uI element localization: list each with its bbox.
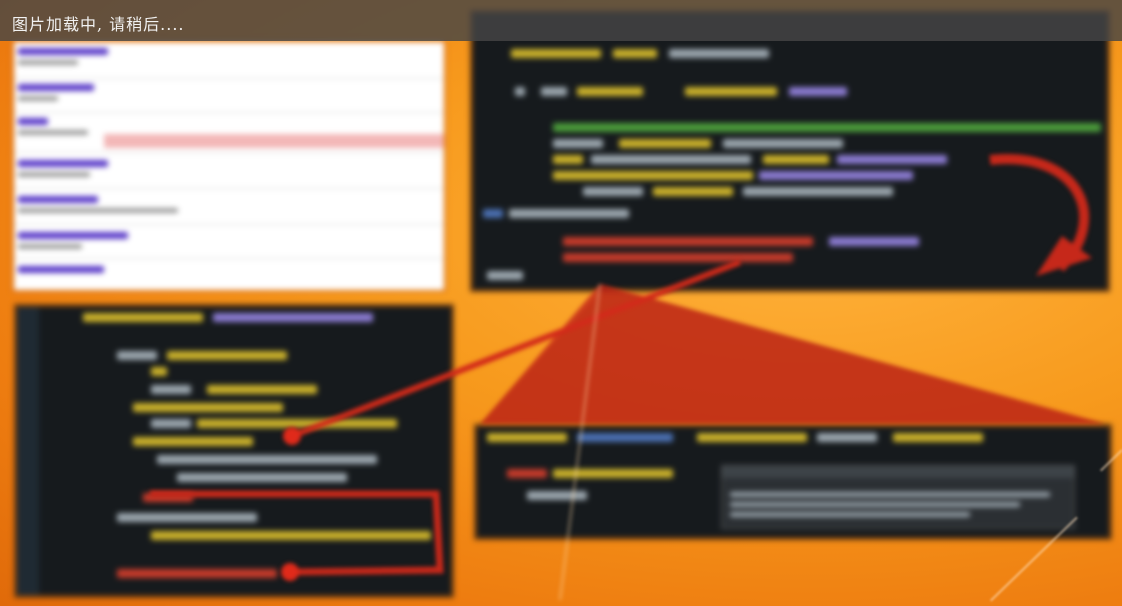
list-item xyxy=(18,196,98,203)
code-token xyxy=(743,187,893,196)
code-token xyxy=(487,433,567,442)
tooltip-line xyxy=(730,492,1050,497)
code-token xyxy=(577,87,643,96)
code-token xyxy=(143,493,193,502)
code-token xyxy=(509,209,629,218)
zoom-triangle xyxy=(480,284,1106,424)
code-token xyxy=(511,49,601,58)
code-token xyxy=(685,87,777,96)
code-token xyxy=(817,433,877,442)
code-token xyxy=(669,49,769,58)
code-token xyxy=(553,155,583,164)
code-token xyxy=(151,367,167,376)
code-token xyxy=(213,313,373,322)
list-item xyxy=(18,232,128,239)
code-token xyxy=(151,385,191,394)
list-item-subtext xyxy=(18,244,82,249)
code-panel-bottom xyxy=(474,424,1112,540)
code-token xyxy=(553,139,603,148)
code-token xyxy=(507,469,547,478)
code-token xyxy=(563,237,813,246)
code-token xyxy=(829,237,919,246)
code-token xyxy=(759,171,913,180)
list-item-subtext xyxy=(18,208,178,213)
list-divider xyxy=(14,224,444,225)
code-token xyxy=(527,491,587,500)
code-token xyxy=(763,155,829,164)
code-token xyxy=(591,155,751,164)
code-token xyxy=(133,437,253,446)
line-gutter xyxy=(17,307,39,595)
zoom-triangle-shade xyxy=(480,284,1106,424)
code-token xyxy=(789,87,847,96)
highlighted-row xyxy=(104,134,444,148)
list-panel xyxy=(12,40,446,292)
code-token xyxy=(487,271,523,280)
code-panel-top xyxy=(470,10,1110,292)
list-item-subtext xyxy=(18,130,88,135)
code-token xyxy=(197,419,397,428)
code-token xyxy=(553,469,673,478)
code-token xyxy=(117,513,257,522)
code-token xyxy=(583,187,643,196)
list-divider xyxy=(14,112,444,113)
code-token xyxy=(133,403,283,412)
code-token xyxy=(151,531,431,540)
code-token xyxy=(553,123,1101,132)
code-token xyxy=(563,253,793,262)
code-token xyxy=(177,473,347,482)
list-divider xyxy=(14,258,444,259)
code-token xyxy=(653,187,733,196)
code-token xyxy=(619,139,711,148)
list-item xyxy=(18,160,108,167)
code-token xyxy=(207,385,317,394)
code-token xyxy=(553,171,753,180)
code-token xyxy=(515,87,525,96)
code-token xyxy=(117,351,157,360)
quick-info-tooltip xyxy=(721,465,1075,529)
loading-overlay: 图片加载中, 请稍后.... xyxy=(0,0,1122,41)
list-item xyxy=(18,84,94,91)
code-token xyxy=(117,569,277,578)
code-token xyxy=(723,139,843,148)
code-token xyxy=(83,313,203,322)
code-token xyxy=(541,87,567,96)
code-token xyxy=(837,155,947,164)
code-panel-left xyxy=(14,304,454,598)
list-item-subtext xyxy=(18,96,58,101)
list-divider xyxy=(14,78,444,79)
list-divider xyxy=(14,188,444,189)
code-token xyxy=(893,433,983,442)
loading-text: 图片加载中, 请稍后.... xyxy=(12,15,185,34)
list-item xyxy=(18,266,104,273)
code-token xyxy=(151,419,191,428)
tooltip-line xyxy=(730,512,970,517)
tooltip-line xyxy=(730,502,1020,507)
tooltip-header xyxy=(722,466,1074,478)
list-item xyxy=(18,48,108,55)
list-divider xyxy=(14,152,444,153)
code-token xyxy=(157,455,377,464)
screenshot-stage: 图片加载中, 请稍后.... xyxy=(0,0,1122,606)
list-item-subtext xyxy=(18,172,90,177)
list-item-subtext xyxy=(18,60,78,65)
code-token xyxy=(613,49,657,58)
list-item xyxy=(18,118,48,125)
code-token xyxy=(697,433,807,442)
code-token xyxy=(577,433,673,442)
code-token xyxy=(167,351,287,360)
code-token xyxy=(483,209,503,218)
